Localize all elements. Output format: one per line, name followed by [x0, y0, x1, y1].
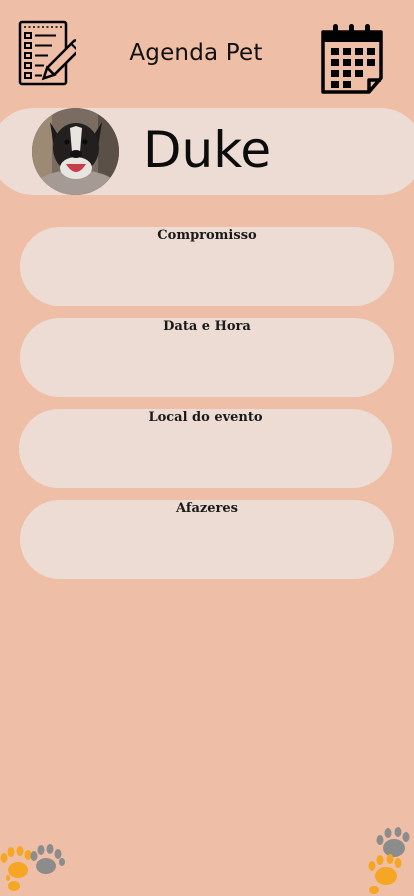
app-title: Agenda Pet	[129, 40, 263, 66]
data-hora-label: Data e Hora	[163, 319, 251, 334]
calendar-icon[interactable]	[319, 22, 385, 94]
checklist-icon[interactable]	[18, 20, 76, 86]
afazeres-label: Afazeres	[176, 501, 238, 516]
paw-prints-icon	[0, 844, 65, 891]
paw-prints-icon	[368, 827, 410, 894]
app-header: Agenda Pet	[0, 0, 414, 108]
pet-name: Duke	[143, 121, 272, 179]
dog-photo-icon	[32, 108, 119, 195]
data-hora-field[interactable]: Data e Hora	[20, 318, 394, 397]
local-evento-field[interactable]: Local do evento	[19, 409, 392, 488]
afazeres-field[interactable]: Afazeres	[20, 500, 394, 579]
local-evento-label: Local do evento	[148, 410, 263, 425]
compromisso-label: Compromisso	[157, 228, 257, 243]
pet-avatar[interactable]	[32, 108, 119, 195]
compromisso-field[interactable]: Compromisso	[20, 227, 394, 306]
